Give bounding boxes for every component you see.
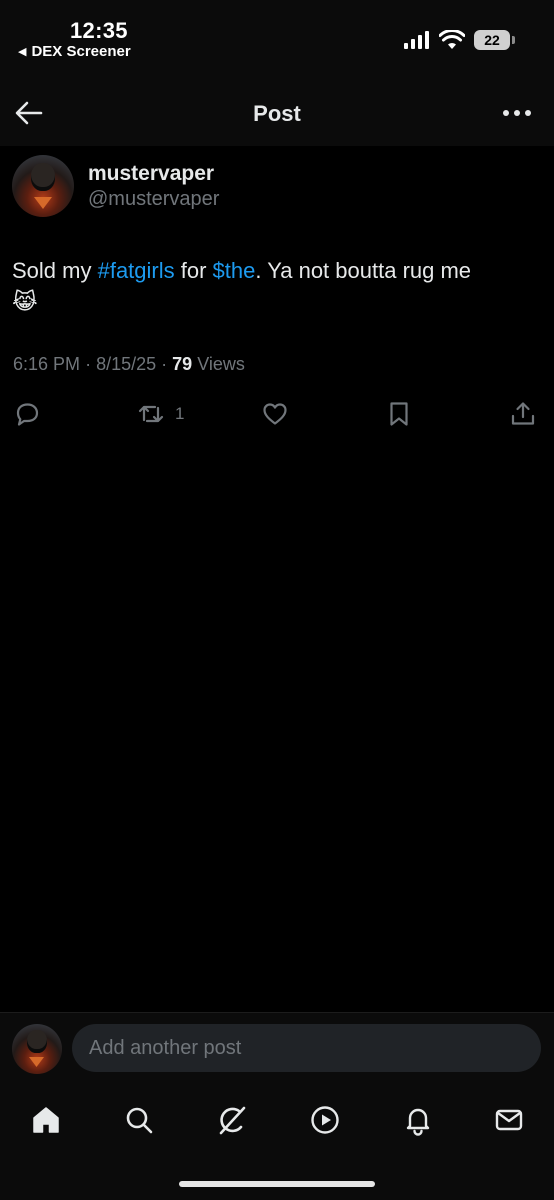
post-text: Sold my #fatgirls for $the. Ya not boutt… (12, 255, 542, 317)
status-time: 12:35 (70, 18, 128, 43)
views-label: Views (197, 354, 245, 374)
repost-button[interactable]: 1 (137, 398, 184, 430)
mail-icon (495, 1109, 523, 1131)
author-handle[interactable]: @mustervaper (88, 188, 219, 211)
battery-indicator: 22 (474, 30, 515, 50)
nav-messages[interactable] (491, 1102, 527, 1138)
avatar-emblem (29, 1057, 44, 1067)
wifi-icon (439, 30, 465, 49)
share-button[interactable] (509, 398, 537, 430)
author-avatar[interactable] (12, 155, 74, 217)
post-action-bar: 1 (0, 398, 554, 430)
avatar-figure (27, 1030, 47, 1053)
views-count[interactable]: 79 (172, 354, 192, 374)
avatar-emblem (34, 197, 52, 209)
post-text-segment: . Ya not boutta rug me (255, 258, 472, 283)
search-icon (126, 1107, 153, 1134)
nav-home[interactable] (28, 1102, 64, 1138)
cashtag-link[interactable]: $the (213, 258, 256, 283)
top-header: Post (0, 78, 554, 146)
post-date: 8/15/25 (96, 354, 157, 374)
nav-grok[interactable] (214, 1102, 250, 1138)
more-options-button[interactable] (502, 104, 532, 122)
repost-count: 1 (175, 404, 185, 423)
status-bar: 12:35 ◀ DEX Screener 22 (0, 0, 554, 78)
bookmark-icon (390, 402, 408, 426)
page-title: Post (253, 101, 301, 126)
nav-search[interactable] (121, 1102, 157, 1138)
cellular-signal-icon (404, 31, 429, 49)
post-time: 6:16 PM (13, 354, 81, 374)
reply-bubble-icon (16, 403, 39, 426)
cat-laughing-emoji: 😹 (12, 289, 38, 314)
like-button[interactable] (261, 398, 289, 430)
hashtag-link[interactable]: #fatgirls (98, 258, 175, 283)
bell-icon (406, 1108, 430, 1136)
nav-video[interactable] (307, 1102, 343, 1138)
post-meta: 6:16 PM · 8/15/25 · 79 Views (13, 354, 245, 375)
status-icons: 22 (404, 30, 515, 50)
meta-separator: · (161, 354, 168, 374)
app-root: 12:35 ◀ DEX Screener 22 Post mustervaper… (0, 0, 554, 1200)
heart-icon (263, 403, 287, 425)
back-triangle-icon: ◀ (18, 46, 27, 58)
post-text-segment: Sold my (12, 258, 98, 283)
meta-separator: · (85, 354, 92, 374)
video-play-icon (311, 1106, 339, 1134)
current-user-avatar[interactable] (12, 1024, 62, 1074)
bookmark-button[interactable] (385, 398, 413, 430)
back-app-label: DEX Screener (31, 43, 131, 60)
post-text-segment: for (174, 258, 213, 283)
nav-notifications[interactable] (400, 1102, 436, 1138)
reply-button[interactable] (13, 398, 41, 430)
home-icon (33, 1107, 59, 1133)
author-display-name[interactable]: mustervaper (88, 162, 214, 186)
avatar-figure (31, 163, 55, 191)
repost-icon (138, 405, 164, 423)
back-to-app-link[interactable]: ◀ DEX Screener (18, 43, 131, 60)
share-icon (511, 402, 535, 425)
more-dots-icon (503, 110, 531, 116)
add-post-input[interactable] (72, 1024, 541, 1072)
grok-icon (219, 1106, 246, 1135)
home-indicator-bar[interactable] (179, 1181, 375, 1187)
